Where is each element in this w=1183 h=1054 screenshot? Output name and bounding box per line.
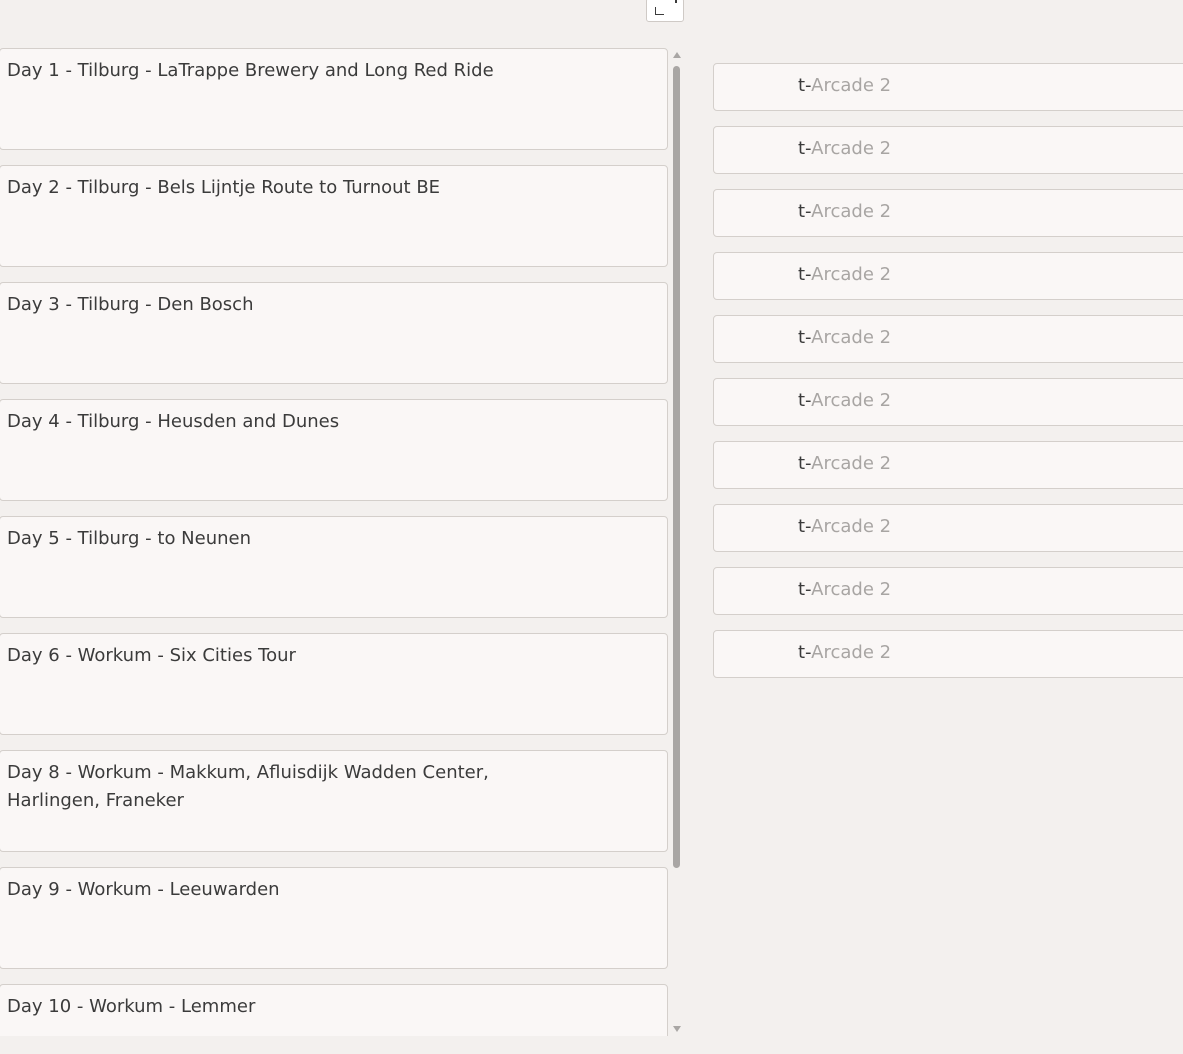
scrollbar-thumb[interactable]	[673, 66, 680, 868]
arcade-placeholder: Arcade 2	[811, 201, 892, 222]
arcade-input[interactable]: t-Arcade 2	[713, 189, 1183, 237]
arcade-prefix: t-	[798, 138, 812, 159]
day-card-1[interactable]: Day 1 - Tilburg - LaTrappe Brewery and L…	[0, 48, 668, 150]
arcade-prefix: t-	[798, 390, 812, 411]
arcade-prefix: t-	[798, 579, 812, 600]
arcade-input[interactable]: t-Arcade 2	[713, 441, 1183, 489]
arcade-prefix: t-	[798, 201, 812, 222]
day-title: Day 4 - Tilburg - Heusden and Dunes	[7, 411, 340, 432]
arcade-prefix: t-	[798, 642, 812, 663]
day-title: Day 10 - Workum - Lemmer	[7, 996, 256, 1017]
day-title: Day 5 - Tilburg - to Neunen	[7, 528, 252, 549]
bottom-strip	[0, 1036, 1183, 1054]
day-title: Day 9 - Workum - Leeuwarden	[7, 879, 280, 900]
day-list[interactable]: Day 1 - Tilburg - LaTrappe Brewery and L…	[0, 48, 670, 1036]
arcade-placeholder: Arcade 2	[811, 579, 892, 600]
arcade-placeholder: Arcade 2	[811, 138, 892, 159]
day-title: Day 6 - Workum - Six Cities Tour	[7, 645, 296, 666]
day-card-3[interactable]: Day 3 - Tilburg - Den Bosch	[0, 282, 668, 384]
arcade-input[interactable]: t-Arcade 2	[713, 630, 1183, 678]
arcade-input[interactable]: t-Arcade 2	[713, 378, 1183, 426]
day-title: Day 2 - Tilburg - Bels Lijntje Route to …	[7, 177, 441, 198]
arcade-placeholder: Arcade 2	[811, 453, 892, 474]
day-card-8[interactable]: Day 8 - Workum - Makkum, Afluisdijk Wadd…	[0, 750, 668, 852]
day-title: Day 3 - Tilburg - Den Bosch	[7, 294, 254, 315]
crop-corner-icon	[655, 7, 664, 15]
corner-button[interactable]	[646, 0, 684, 22]
arcade-prefix: t-	[798, 75, 812, 96]
day-card-2[interactable]: Day 2 - Tilburg - Bels Lijntje Route to …	[0, 165, 668, 267]
arcade-placeholder: Arcade 2	[811, 390, 892, 411]
arcade-placeholder: Arcade 2	[811, 75, 892, 96]
arcade-prefix: t-	[798, 327, 812, 348]
day-title: Day 8 - Workum - Makkum, Afluisdijk Wadd…	[7, 762, 489, 811]
day-card-4[interactable]: Day 4 - Tilburg - Heusden and Dunes	[0, 399, 668, 501]
arcade-input[interactable]: t-Arcade 2	[713, 567, 1183, 615]
day-card-10[interactable]: Day 10 - Workum - Lemmer	[0, 984, 668, 1036]
arcade-placeholder: Arcade 2	[811, 642, 892, 663]
chevron-down-icon[interactable]	[673, 1026, 681, 1032]
arcade-prefix: t-	[798, 264, 812, 285]
day-card-6[interactable]: Day 6 - Workum - Six Cities Tour	[0, 633, 668, 735]
chevron-up-icon[interactable]	[673, 52, 681, 58]
arcade-prefix: t-	[798, 453, 812, 474]
arcade-input[interactable]: t-Arcade 2	[713, 504, 1183, 552]
arcade-input[interactable]: t-Arcade 2	[713, 252, 1183, 300]
list-scrollbar[interactable]	[671, 50, 683, 1034]
day-card-5[interactable]: Day 5 - Tilburg - to Neunen	[0, 516, 668, 618]
arcade-placeholder: Arcade 2	[811, 327, 892, 348]
arcade-input[interactable]: t-Arcade 2	[713, 126, 1183, 174]
arcade-prefix: t-	[798, 516, 812, 537]
day-title: Day 1 - Tilburg - LaTrappe Brewery and L…	[7, 60, 494, 81]
crop-corner-icon-tick	[675, 0, 677, 3]
arcade-placeholder: Arcade 2	[811, 264, 892, 285]
arcade-input[interactable]: t-Arcade 2	[713, 315, 1183, 363]
day-card-9[interactable]: Day 9 - Workum - Leeuwarden	[0, 867, 668, 969]
arcade-list: t-Arcade 2 t-Arcade 2 t-Arcade 2 t-Arcad…	[713, 63, 1183, 703]
arcade-placeholder: Arcade 2	[811, 516, 892, 537]
arcade-input[interactable]: t-Arcade 2	[713, 63, 1183, 111]
